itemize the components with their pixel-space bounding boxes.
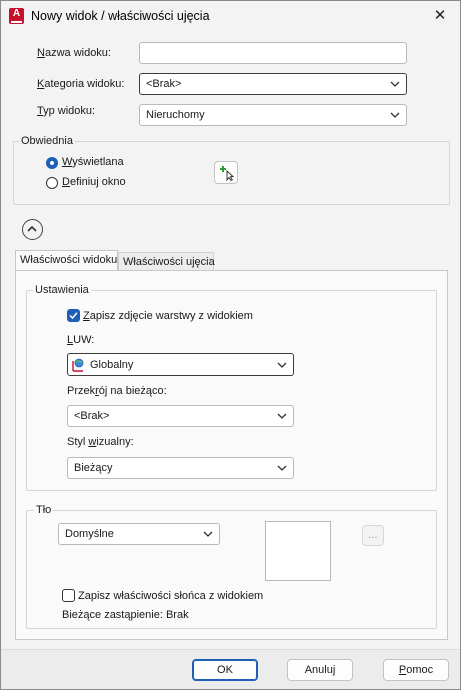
pick-window-button[interactable] (214, 161, 238, 184)
view-type-label: Typ widoku: (37, 105, 96, 117)
live-section-label: Przekrój na bieżąco: (67, 385, 167, 397)
visual-style-combo[interactable]: Bieżący (67, 457, 294, 479)
ucs-value: Globalny (90, 358, 134, 371)
view-type-value: Nieruchomy (146, 109, 205, 121)
chevron-up-circle-icon (27, 225, 37, 232)
settings-caption: Ustawienia (33, 284, 91, 296)
view-name-label: Nazwa widoku: (37, 47, 111, 59)
boundary-display-label[interactable]: Wyświetlana (62, 156, 124, 168)
boundary-define-window-radio[interactable] (46, 177, 58, 189)
ucs-label: LUW: (67, 334, 95, 346)
background-browse-button[interactable]: ... (362, 525, 384, 546)
view-category-value: <Brak> (146, 78, 182, 90)
background-type-value: Domyślne (65, 528, 114, 540)
view-category-combo[interactable]: <Brak> (139, 73, 407, 95)
ucs-globe-icon (72, 358, 84, 372)
chevron-down-icon (277, 413, 287, 419)
title-bar: A Nowy widok / właściwości ujęcia ✕ (1, 1, 460, 31)
ucs-combo[interactable]: Globalny (67, 353, 294, 376)
autocad-app-icon: A (9, 8, 24, 24)
app-icon-letter: A (12, 8, 21, 19)
save-sun-properties-label[interactable]: Zapisz właściwości słońca z widokiem (78, 590, 263, 602)
visual-style-label: Styl wizualny: (67, 436, 134, 448)
background-preview (265, 521, 331, 581)
chevron-down-icon (203, 531, 213, 537)
tab-shot-properties[interactable]: Właściwości ujęcia (118, 252, 215, 270)
dialog-window: A Nowy widok / właściwości ujęcia ✕ Nazw… (0, 0, 461, 690)
background-caption: Tło (34, 504, 54, 516)
view-type-combo[interactable]: Nieruchomy (139, 104, 407, 126)
boundary-define-window-label[interactable]: Definiuj okno (62, 176, 126, 188)
background-type-combo[interactable]: Domyślne (58, 523, 220, 545)
collapse-button[interactable] (22, 219, 43, 240)
tab-view-properties[interactable]: Właściwości widoku (15, 250, 118, 271)
view-category-label: Kategoria widoku: (37, 78, 125, 90)
view-name-input[interactable] (139, 42, 407, 64)
save-sun-properties-checkbox[interactable] (62, 589, 75, 602)
ok-button[interactable]: OK (192, 659, 258, 681)
boundary-display-radio[interactable] (46, 157, 58, 169)
save-layer-snapshot-label[interactable]: Zapisz zdjęcie warstwy z widokiem (83, 310, 253, 322)
chevron-down-icon (277, 362, 287, 368)
live-section-value: <Brak> (74, 410, 110, 422)
save-layer-snapshot-checkbox[interactable] (67, 309, 80, 322)
close-button[interactable]: ✕ (428, 5, 452, 27)
cancel-button[interactable]: Anuluj (287, 659, 353, 681)
window-title: Nowy widok / właściwości ujęcia (31, 9, 210, 23)
current-override-text: Bieżące zastąpienie: Brak (62, 609, 189, 621)
pick-window-icon (220, 166, 235, 181)
chevron-down-icon (390, 81, 400, 87)
chevron-down-icon (277, 465, 287, 471)
close-icon[interactable]: ✕ (434, 7, 447, 24)
boundary-caption: Obwiednia (19, 135, 75, 147)
chevron-down-icon (390, 112, 400, 118)
live-section-combo[interactable]: <Brak> (67, 405, 294, 427)
visual-style-value: Bieżący (74, 462, 113, 474)
help-button[interactable]: Pomoc (383, 659, 449, 681)
checkmark-icon (69, 312, 78, 320)
